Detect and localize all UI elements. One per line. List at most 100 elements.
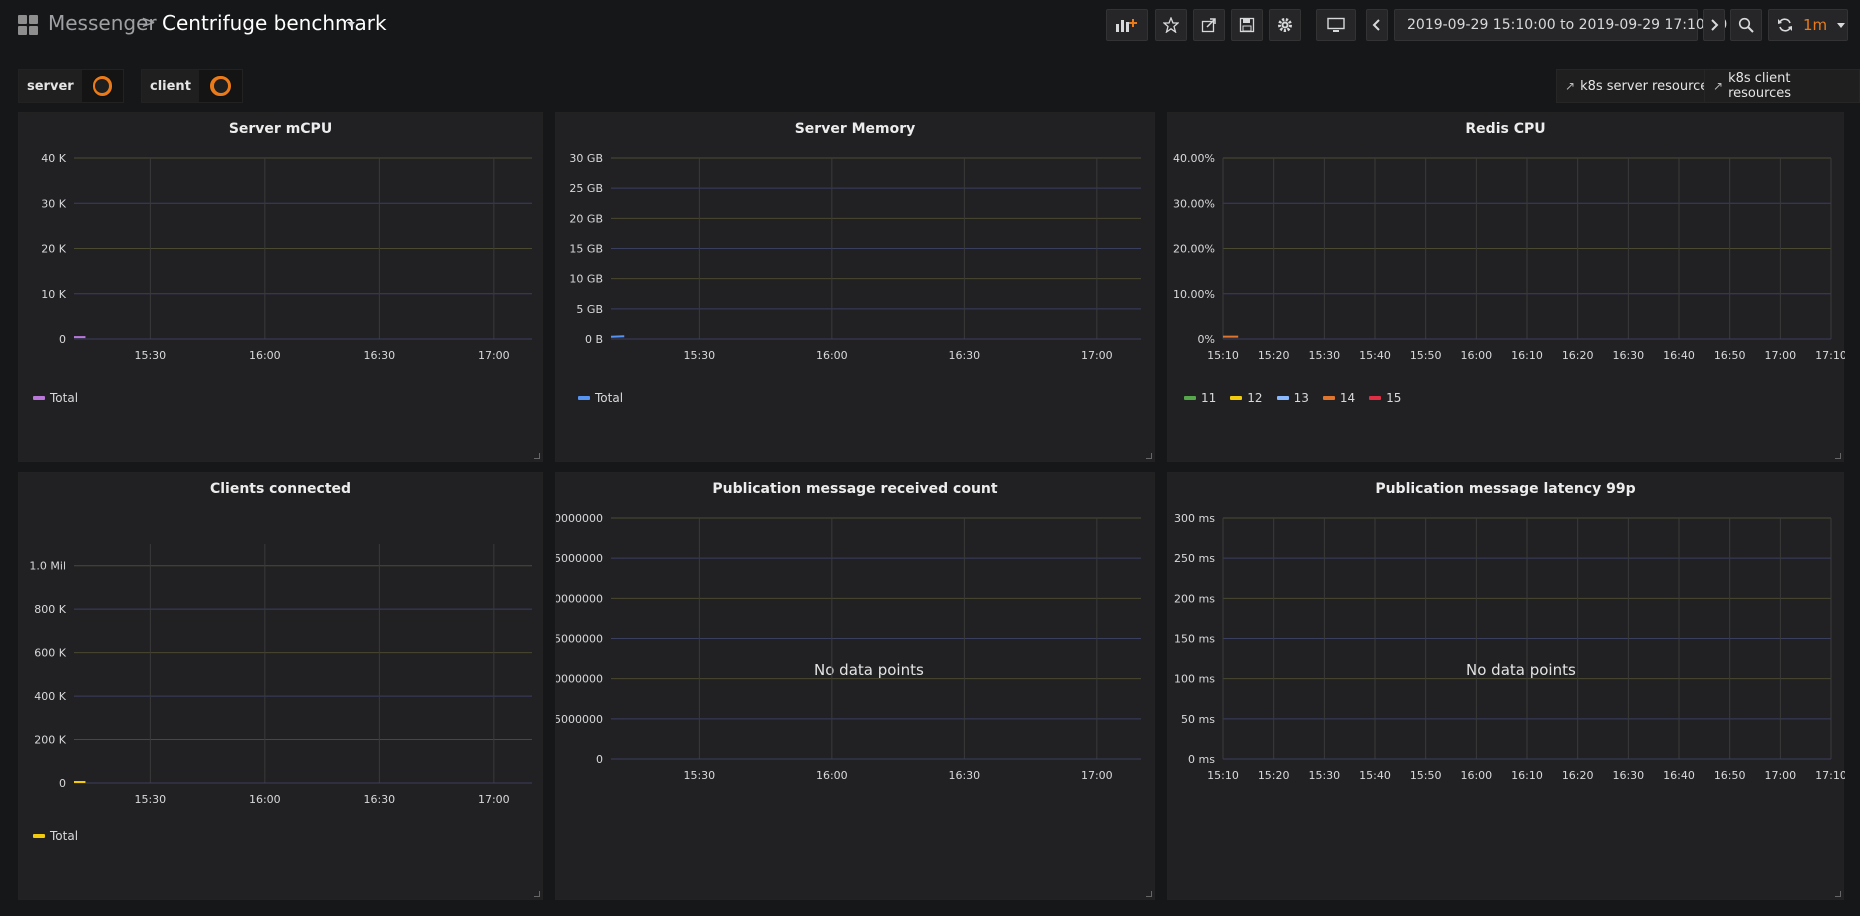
x-tick-label: 16:30 [1612,349,1644,362]
x-tick-label: 15:20 [1258,769,1290,782]
chart-svg: 40 K 30 K 20 K 10 K 0 15:30 16:00 16:30 17:00 [41,152,532,362]
dashboards-grid-icon[interactable] [18,15,38,35]
x-tick-label: 16:00 [816,349,848,362]
save-button[interactable] [1231,9,1263,41]
panel-publication-received-count[interactable]: Publication message received count No da… [555,472,1155,900]
chevron-down-icon[interactable] [347,22,355,27]
y-tick-label: 20 K [41,243,66,256]
refresh-picker[interactable]: 1m [1768,9,1848,41]
legend-swatch [1276,396,1289,400]
panel-resize-handle[interactable] [1146,453,1152,459]
y-tick-label: 15 GB [569,243,603,256]
variable-label: server [19,70,82,102]
panel-publication-latency[interactable]: Publication message latency 99p No data … [1167,472,1845,900]
x-tick-label: 17:10 [1815,349,1845,362]
star-button[interactable] [1155,9,1187,41]
y-tick-label: 20000000 [556,592,603,605]
legend-item[interactable]: 11 [1184,391,1216,405]
panel-redis-cpu[interactable]: Redis CPU 40.00% 30.00% 20.00% 10.00% 0% 15:1… [1167,112,1845,462]
legend-swatch [1369,396,1382,400]
y-tick-label: 10 K [41,288,66,301]
x-tick-label: 15:50 [1410,769,1442,782]
y-tick-label: 20 GB [569,212,603,225]
legend-swatch [1230,396,1243,400]
y-tick-label: 40 K [41,152,66,165]
x-tick-label: 15:30 [134,793,166,806]
panel-resize-handle[interactable] [534,891,540,897]
y-tick-label: 0 B [585,333,603,346]
y-tick-label: 100 ms [1174,673,1215,686]
legend-label: 14 [1339,391,1356,405]
y-tick-label: 0 [59,777,66,790]
link-label: k8s server resources [1580,78,1716,94]
y-tick-label: 400 K [34,690,66,703]
time-back-button[interactable] [1366,9,1388,41]
x-tick-label: 15:30 [683,769,715,782]
panel-resize-handle[interactable] [1835,891,1841,897]
x-tick-label: 17:00 [478,793,510,806]
refresh-icon [1778,18,1792,32]
x-tick-label: 15:30 [134,349,166,362]
legend-label: 11 [1201,391,1217,405]
legend-swatch [33,834,45,838]
refresh-interval: 1m [1803,16,1828,34]
panel-resize-handle[interactable] [1835,453,1841,459]
legend-swatch [1184,396,1196,400]
client-toggle[interactable] [208,75,232,97]
y-tick-label: 20.00% [1173,243,1215,256]
x-tick-label: 15:10 [1207,349,1239,362]
time-range-picker[interactable]: 2019-09-29 15:10:00 to 2019-09-29 17:10:… [1394,9,1746,41]
legend-swatch [578,396,590,400]
share-button[interactable] [1193,9,1225,41]
server-toggle[interactable] [91,75,113,97]
link-k8s-server-resources[interactable]: ↗ k8s server resources [1556,69,1725,103]
x-tick-label: 16:50 [1714,769,1746,782]
legend-item[interactable]: 14 [1322,391,1356,405]
x-tick-label: 16:40 [1663,349,1695,362]
x-tick-label: 16:00 [816,769,848,782]
legend-item[interactable]: 15 [1369,391,1401,405]
variable-client: client [141,69,243,103]
legend: Total [578,391,623,405]
x-tick-label: 15:40 [1359,769,1391,782]
legend-item[interactable]: Total [33,391,78,405]
share-icon [1201,18,1216,33]
external-link-icon: ↗ [1713,79,1724,93]
external-link-icon: ↗ [1565,79,1576,93]
panel-server-memory[interactable]: Server Memory 30 GB 25 GB 20 GB 15 GB 10 GB 5… [555,112,1155,462]
legend-item[interactable]: Total [578,391,623,405]
x-tick-label: 16:00 [249,793,281,806]
chart-svg: 40.00% 30.00% 20.00% 10.00% 0% 15:10 15:20 15:3… [1173,152,1845,362]
x-tick-label: 15:40 [1359,349,1391,362]
star-icon [1163,17,1179,33]
panel-resize-handle[interactable] [1146,891,1152,897]
x-tick-label: 16:20 [1562,349,1594,362]
legend-item[interactable]: 13 [1276,391,1309,405]
tv-mode-button[interactable] [1316,9,1356,41]
panel-resize-handle[interactable] [534,453,540,459]
legend-item[interactable]: Total [33,829,78,843]
panel-clients-connected[interactable]: Clients connected 1.0 Mil 800 K 600 K 400 K… [18,472,543,900]
y-tick-label: 25000000 [556,552,603,565]
link-k8s-client-resources[interactable]: ↗ k8s client resources [1704,69,1860,103]
y-tick-label: 0 [59,333,66,346]
x-tick-label: 16:30 [948,769,980,782]
panel-server-mcpu[interactable]: Server mCPU 40 K 30 K 20 K 10 K 0 15:30 16:00 1… [18,112,543,462]
legend-item[interactable]: 12 [1230,391,1263,405]
time-forward-button[interactable] [1703,9,1725,41]
zoom-out-button[interactable] [1730,9,1762,41]
zoom-out-icon [1738,17,1754,33]
legend-label: 12 [1247,391,1263,405]
y-tick-label: 600 K [34,647,66,660]
x-tick-label: 16:10 [1511,349,1543,362]
x-tick-label: 17:00 [1081,769,1113,782]
tv-mode-icon [1327,17,1345,32]
y-tick-label: 50 ms [1181,713,1215,726]
settings-button[interactable] [1269,9,1301,41]
x-tick-label: 15:30 [1308,349,1340,362]
x-tick-label: 16:00 [1460,769,1492,782]
x-tick-label: 16:20 [1562,769,1594,782]
x-tick-label: 17:00 [1081,349,1113,362]
x-tick-label: 17:00 [1764,769,1796,782]
add-panel-button[interactable] [1106,9,1148,41]
